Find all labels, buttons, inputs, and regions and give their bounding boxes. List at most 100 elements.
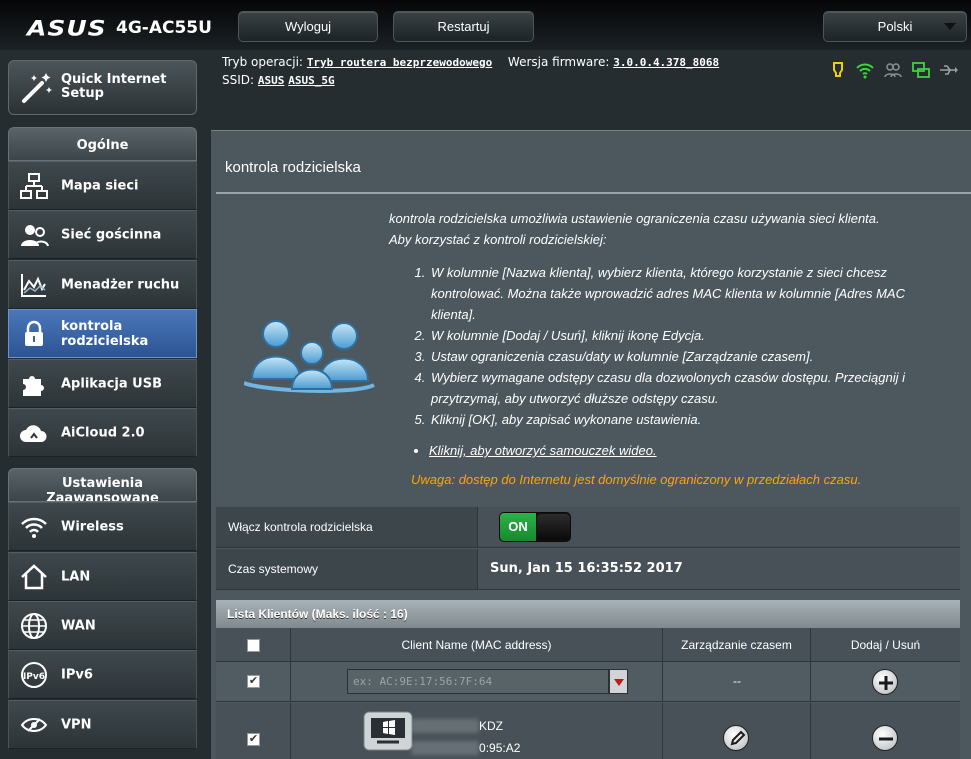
windows-device-icon [363, 711, 413, 751]
tutorial-list: Kliknij, aby otworzyć samouczek wideo. [429, 440, 929, 461]
add-cell [811, 662, 960, 701]
ssid-link-24g[interactable]: ASUS [258, 74, 285, 87]
description: kontrola rodzicielska umożliwia ustawien… [389, 208, 929, 490]
ssid-line: SSID: ASUS ASUS_5G [222, 73, 335, 87]
system-time-value: Sun, Jan 15 16:35:52 2017 [490, 561, 683, 576]
sidebar-item-label: Wireless [61, 519, 124, 534]
select-all-checkbox[interactable] [247, 639, 260, 652]
parental-control-toggle[interactable]: ON [499, 512, 571, 542]
sidebar-item-ipv6[interactable]: IPv6 IPv6 [8, 650, 197, 699]
client-dropdown-button[interactable] [609, 669, 628, 694]
sidebar-item-traffic-manager[interactable]: Menadżer ruchu [8, 260, 197, 309]
steps-list: W kolumnie [Nazwa klienta], wybierz klie… [429, 262, 929, 430]
sidebar-item-wireless[interactable]: Wireless [8, 502, 197, 551]
remove-cell [811, 703, 960, 759]
select-all-header [216, 628, 291, 661]
edit-button[interactable] [723, 725, 749, 751]
sidebar-item-lan[interactable]: LAN [8, 552, 197, 601]
toggle-on-label: ON [500, 513, 536, 541]
globe-icon [21, 613, 47, 639]
status-bar: Tryb operacji: Tryb routera bezprzewodow… [210, 50, 971, 130]
warning-note: Uwaga: dostęp do Internetu jest domyślni… [411, 472, 862, 487]
intro-text-2: Aby korzystać z kontroli rodzicielskiej: [389, 232, 607, 247]
sidebar-item-label: kontrola rodzicielska [61, 318, 149, 349]
status-icons [828, 60, 971, 80]
magic-wand-icon [22, 73, 52, 103]
quick-internet-setup-button[interactable]: Quick Internet Setup [8, 60, 197, 115]
language-select[interactable]: Polski [823, 11, 967, 42]
time-placeholder: -- [733, 674, 741, 688]
ipv6-icon: IPv6 [21, 662, 47, 688]
column-header-time-management: Zarządzanie czasem [663, 628, 811, 661]
table-row: ✔ ex: AC:9E:17:56:7F:64 -- [216, 662, 960, 702]
sidebar-item-aicloud[interactable]: AiCloud 2.0 [8, 408, 197, 457]
operation-mode-line: Tryb operacji: Tryb routera bezprzewodow… [222, 55, 719, 69]
operation-mode-link[interactable]: Tryb routera bezprzewodowego [307, 56, 492, 69]
table-header-row: Client Name (MAC address) Zarządzanie cz… [216, 628, 960, 662]
minus-icon [879, 737, 893, 741]
sidebar-item-vpn[interactable]: VPN [8, 700, 197, 749]
sidebar-item-wan[interactable]: WAN [8, 601, 197, 650]
users-icon[interactable] [883, 60, 903, 80]
system-time-row: Czas systemowy Sun, Jan 15 16:35:52 2017 [216, 549, 960, 590]
sidebar-item-label: Sieć gościnna [61, 227, 162, 242]
checkbox-cell: ✔ [216, 662, 291, 701]
row-checkbox[interactable]: ✔ [247, 733, 260, 746]
client-name-suffix: KDZ [479, 719, 504, 733]
svg-text:IPv6: IPv6 [23, 672, 45, 682]
checkbox-cell: ✔ [216, 703, 291, 759]
step-item: Kliknij [OK], aby zapisać wykonane ustaw… [429, 409, 929, 430]
traffic-icon [21, 274, 46, 297]
client-list-title: Lista Klientów (Maks. ilość : 16) [216, 600, 960, 628]
sidebar-item-parental-control[interactable]: kontrola rodzicielska [8, 309, 197, 358]
sidebar-item-label: Mapa sieci [61, 178, 139, 193]
sidebar-item-label: AiCloud 2.0 [61, 425, 145, 440]
chevron-down-icon [944, 23, 956, 30]
column-header-add-remove: Dodaj / Usuń [850, 638, 921, 652]
logout-button[interactable]: Wyloguj [238, 11, 378, 42]
client-mac-suffix: 0:95:A2 [479, 741, 521, 755]
network-icon[interactable] [911, 60, 931, 80]
sidebar-item-label: LAN [61, 569, 91, 584]
asus-logo[interactable]: ASUS [27, 16, 107, 41]
video-tutorial-link[interactable]: Kliknij, aby otworzyć samouczek wideo. [429, 443, 657, 458]
bulb-icon[interactable] [828, 60, 848, 80]
sidebar: Quick Internet Setup Ogólne Mapa sieci S… [0, 50, 205, 759]
client-mac-hidden: ████████ [411, 741, 480, 755]
reboot-button[interactable]: Restartuj [393, 11, 534, 42]
page-title: kontrola rodzicielska [225, 159, 361, 176]
sidebar-item-label: WAN [61, 618, 96, 633]
general-section-header: Ogólne [8, 127, 197, 161]
table-row: ✔ ████████KDZ ████████0:95:A2 [216, 703, 960, 759]
system-time-label: Czas systemowy [216, 549, 478, 589]
ssid-label: SSID: [222, 73, 255, 87]
usb-icon[interactable] [938, 60, 958, 80]
row-checkbox[interactable]: ✔ [247, 675, 260, 688]
sidebar-item-guest-network[interactable]: Sieć gościnna [8, 210, 197, 259]
plus-icon [879, 676, 893, 690]
firmware-label: Wersja firmware: [507, 55, 610, 69]
step-item: Ustaw ograniczenia czasu/daty w kolumnie… [429, 346, 929, 367]
mac-address-input[interactable]: ex: AC:9E:17:56:7F:64 [347, 669, 609, 694]
client-input-cell: ex: AC:9E:17:56:7F:64 [291, 662, 663, 701]
add-button[interactable] [872, 669, 898, 695]
main-panel: kontrola rodzicielska kontrola rodziciel… [211, 130, 971, 759]
time-cell: -- [663, 662, 811, 701]
pencil-icon [730, 730, 746, 746]
intro-text-1: kontrola rodzicielska umożliwia ustawien… [389, 211, 880, 226]
sidebar-item-usb-application[interactable]: Aplikacja USB [8, 359, 197, 408]
sidebar-item-network-map[interactable]: Mapa sieci [8, 161, 197, 210]
toggle-knob [537, 514, 570, 540]
client-mac: ████████0:95:A2 [411, 741, 520, 755]
enable-parental-control-label: Włącz kontrola rodzicielska [216, 507, 478, 547]
lock-icon [25, 320, 43, 346]
remove-button[interactable] [872, 725, 898, 751]
chevron-down-icon [614, 679, 624, 686]
puzzle-icon [23, 376, 44, 396]
wifi-icon[interactable] [855, 60, 875, 80]
firmware-link[interactable]: 3.0.0.4.378_8068 [613, 56, 719, 69]
operation-mode-label: Tryb operacji: [222, 55, 303, 69]
sidebar-item-label: Menadżer ruchu [61, 277, 180, 292]
client-name-hidden: ████████ [411, 719, 480, 733]
ssid-link-5g[interactable]: ASUS_5G [288, 74, 334, 87]
